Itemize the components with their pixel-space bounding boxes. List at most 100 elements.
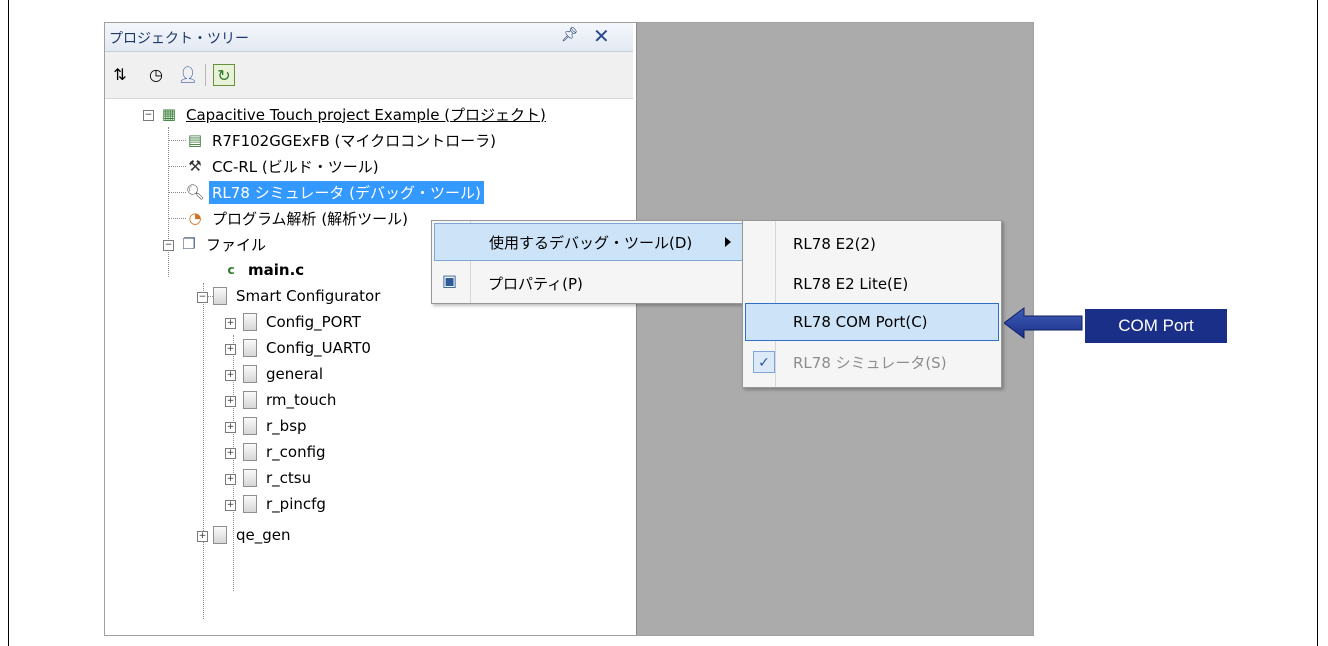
expand-toggle[interactable]: + xyxy=(225,448,236,459)
tree-item-config-uart0[interactable]: Config_UART0 xyxy=(243,335,374,361)
tree-line xyxy=(168,166,186,167)
tree-item-general[interactable]: general xyxy=(243,361,326,387)
tree-item-label: rm_touch xyxy=(266,391,337,409)
refresh-icon[interactable]: ↻ xyxy=(213,64,235,86)
tree-item-label: ファイル xyxy=(206,235,267,254)
tree-item-label: r_bsp xyxy=(266,417,307,435)
folder-icon xyxy=(243,313,257,331)
tree-item-label: Config_UART0 xyxy=(266,339,371,357)
submenu-arrow-icon xyxy=(725,237,731,247)
tree-item-label: qe_gen xyxy=(236,526,291,544)
com-port-callout: COM Port xyxy=(1085,309,1227,343)
person-icon[interactable]: 👤︎ xyxy=(177,64,199,86)
tree-item-r-config[interactable]: r_config xyxy=(243,439,329,465)
tree-item-label: r_pincfg xyxy=(266,495,326,513)
panel-title-bar: プロジェクト・ツリー 📌︎ ✕ xyxy=(105,23,633,52)
toolbar-separator xyxy=(205,64,206,86)
folder-icon xyxy=(213,526,227,544)
tree-item-label: main.c xyxy=(248,261,305,279)
sort-icon[interactable]: ⇅ xyxy=(109,64,131,86)
context-menu: 使用するデバッグ・ツール(D) ▣ プロパティ(P) xyxy=(431,220,746,304)
expand-toggle[interactable]: + xyxy=(225,344,236,355)
expand-toggle[interactable]: + xyxy=(225,474,236,485)
tree-line xyxy=(168,218,186,219)
magnifier-icon: 🔍︎ xyxy=(185,183,205,201)
panel-title: プロジェクト・ツリー xyxy=(109,31,249,47)
menu-item-label: プロパティ(P) xyxy=(488,274,583,293)
expand-toggle[interactable]: + xyxy=(225,500,236,511)
submenu-item-simulator[interactable]: ✓ RL78 シミュレータ(S) xyxy=(745,343,999,381)
close-icon[interactable]: ✕ xyxy=(593,24,610,48)
menu-item-label: RL78 シミュレータ(S) xyxy=(793,353,947,372)
tree-item-label: r_ctsu xyxy=(266,469,312,487)
menu-item-properties[interactable]: ▣ プロパティ(P) xyxy=(434,264,743,302)
tree-item-config-port[interactable]: Config_PORT xyxy=(243,309,364,335)
tree-item-label: RL78 シミュレータ (デバッグ・ツール) xyxy=(209,180,484,204)
expand-toggle[interactable]: + xyxy=(225,396,236,407)
tree-item-label: Smart Configurator xyxy=(236,287,381,305)
menu-item-label: 使用するデバッグ・ツール(D) xyxy=(489,233,693,252)
tree-line xyxy=(203,283,204,619)
folder-icon xyxy=(243,469,257,487)
tree-item-files[interactable]: ❐ ファイル xyxy=(179,231,269,257)
menu-item-label: RL78 E2(2) xyxy=(793,235,876,253)
project-tree: − ▦ Capacitive Touch project Example (プロ… xyxy=(105,101,633,635)
menu-item-label: RL78 E2 Lite(E) xyxy=(793,275,909,293)
tree-item-label: general xyxy=(266,365,324,383)
expand-toggle[interactable]: + xyxy=(225,422,236,433)
tree-item-label: Config_PORT xyxy=(266,313,361,331)
tree-item-microcontroller[interactable]: ▤ R7F102GGExFB (マイクロコントローラ) xyxy=(185,127,499,153)
menu-item-label: RL78 COM Port(C) xyxy=(793,313,928,331)
expand-toggle[interactable]: + xyxy=(225,370,236,381)
tree-item-smart-configurator[interactable]: Smart Configurator xyxy=(213,283,383,309)
submenu-item-e2-lite[interactable]: RL78 E2 Lite(E) xyxy=(745,265,999,303)
folder-icon xyxy=(243,443,257,461)
folder-icon xyxy=(243,495,257,513)
tree-item-label: R7F102GGExFB (マイクロコントローラ) xyxy=(212,131,496,150)
tree-item-build-tool[interactable]: ⚒ CC-RL (ビルド・ツール) xyxy=(185,153,382,179)
tree-item-label: CC-RL (ビルド・ツール) xyxy=(212,157,379,176)
callout-label: COM Port xyxy=(1118,316,1194,335)
folder-icon xyxy=(243,365,257,383)
collapse-toggle[interactable]: − xyxy=(143,110,154,121)
tree-item-label: プログラム解析 (解析ツール) xyxy=(212,209,409,228)
submenu-item-e2[interactable]: RL78 E2(2) xyxy=(745,225,999,263)
debug-tool-submenu: RL78 E2(2) RL78 E2 Lite(E) RL78 COM Port… xyxy=(742,220,1002,388)
folder-icon xyxy=(243,339,257,357)
left-arrow-icon xyxy=(1004,307,1083,339)
tree-line xyxy=(168,192,186,193)
microcontroller-icon: ▤ xyxy=(187,131,203,149)
properties-icon: ▣ xyxy=(442,271,458,290)
tree-item-r-ctsu[interactable]: r_ctsu xyxy=(243,465,314,491)
tree-line xyxy=(168,127,169,277)
expand-toggle[interactable]: + xyxy=(225,318,236,329)
project-tree-panel: プロジェクト・ツリー 📌︎ ✕ ⇅ ◷ 👤︎ ↻ − ▦ Capacitive … xyxy=(105,23,633,635)
clock-icon[interactable]: ◷ xyxy=(145,64,167,86)
tree-item-main-c[interactable]: c main.c xyxy=(221,257,307,283)
folder-icon xyxy=(243,417,257,435)
analysis-icon: ◔ xyxy=(188,209,202,227)
tree-item-r-pincfg[interactable]: r_pincfg xyxy=(243,491,329,517)
checkmark-icon: ✓ xyxy=(753,351,775,373)
expand-toggle[interactable]: + xyxy=(197,531,208,542)
menu-item-use-debug-tool[interactable]: 使用するデバッグ・ツール(D) xyxy=(434,223,743,261)
pin-icon[interactable]: 📌︎ xyxy=(561,27,579,43)
tree-item-r-bsp[interactable]: r_bsp xyxy=(243,413,310,439)
tree-line xyxy=(168,140,186,141)
project-icon: ▦ xyxy=(161,105,177,123)
tree-item-label: r_config xyxy=(266,443,326,461)
tree-item-debug-tool[interactable]: 🔍︎ RL78 シミュレータ (デバッグ・ツール) xyxy=(185,179,484,205)
folder-icon xyxy=(243,391,257,409)
folder-icon xyxy=(213,287,227,305)
panel-toolbar: ⇅ ◷ 👤︎ ↻ xyxy=(105,52,633,99)
tree-item-rm-touch[interactable]: rm_touch xyxy=(243,387,339,413)
tree-item-label: Capacitive Touch project Example (プロジェクト… xyxy=(186,105,546,124)
tree-item-qe-gen[interactable]: qe_gen xyxy=(213,522,294,548)
tree-item-analysis[interactable]: ◔ プログラム解析 (解析ツール) xyxy=(185,205,411,231)
submenu-item-com-port[interactable]: RL78 COM Port(C) xyxy=(745,303,999,341)
collapse-toggle[interactable]: − xyxy=(197,292,208,303)
hammer-icon: ⚒ xyxy=(188,157,202,175)
collapse-toggle[interactable]: − xyxy=(163,240,174,251)
tree-item-project[interactable]: ▦ Capacitive Touch project Example (プロジェ… xyxy=(159,101,549,127)
c-file-icon: c xyxy=(227,263,235,277)
